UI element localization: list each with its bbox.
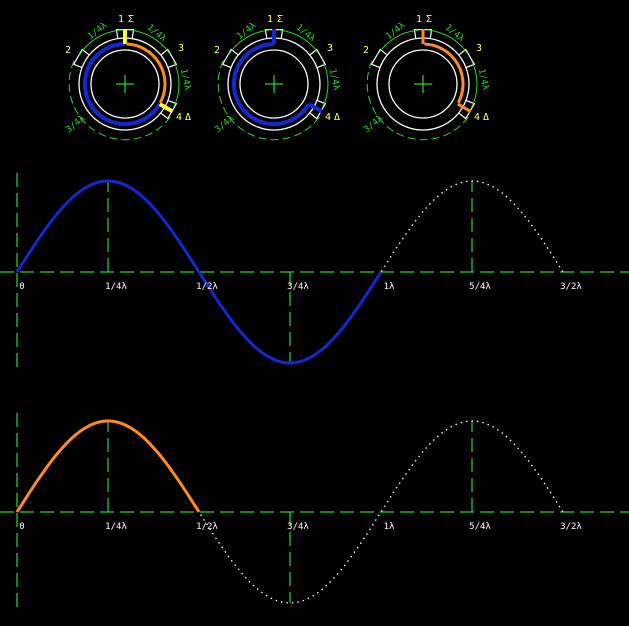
arc-label-3-4: 1/4λ	[178, 68, 192, 92]
tick-label-5: 5/4λ	[469, 522, 491, 532]
port-label-2: 2	[363, 45, 369, 56]
sigma-label: Σ	[426, 14, 432, 25]
rat-race-rings: 1/4λ 1/4λ1/4λ3/4λ1 Σ2 34 Δ1/4λ 1/4λ1/4λ3/4λ1 Σ…	[64, 14, 490, 141]
hybrid-ring-3: 1/4λ 1/4λ 1/4λ 3/4λ 1 Σ 2 3 4 Δ	[362, 14, 490, 141]
port-label-1: 1	[267, 14, 273, 25]
tick-label-1: 1/4λ	[105, 282, 127, 292]
arc-label-3-4: 1/4λ	[476, 68, 490, 92]
tick-label-4: 1λ	[384, 282, 395, 292]
delta-label: Δ	[483, 112, 489, 123]
delta-label: Δ	[185, 112, 191, 123]
arc-label-1-3: 1/4λ	[145, 23, 168, 45]
tick-label-3: 3/4λ	[287, 522, 309, 532]
tick-label-1: 1/4λ	[105, 522, 127, 532]
arc-label-1-3: 1/4λ	[443, 23, 466, 45]
arc-label-1-3: 1/4λ	[294, 23, 317, 45]
arc-label-2-4: 3/4λ	[362, 113, 385, 135]
delta-label: Δ	[334, 112, 340, 123]
tick-label-2: 1/2λ	[196, 282, 218, 292]
wave-plot-1: 0 1/4λ 1/2λ 3/4λ 1λ 5/4λ 3/2λ	[0, 173, 629, 371]
tick-label-5: 5/4λ	[469, 282, 491, 292]
port-label-4: 4	[176, 112, 182, 123]
arc-label-2-4: 3/4λ	[64, 113, 87, 135]
port-label-3: 3	[476, 43, 482, 54]
tick-label-6: 3/2λ	[560, 282, 582, 292]
tick-label-6: 3/2λ	[560, 522, 582, 532]
port-label-4: 4	[325, 112, 331, 123]
arc-label-1-2: 1/4λ	[86, 20, 110, 42]
arc-label-3-4: 1/4λ	[327, 68, 341, 92]
arc-3-4	[322, 60, 329, 108]
port-label-3: 3	[327, 43, 333, 54]
hybrid-ring-1: 1/4λ 1/4λ 1/4λ 3/4λ 1 Σ 2 3 4 Δ	[64, 14, 192, 141]
port-label-1: 1	[416, 14, 422, 25]
arc-3-4	[471, 60, 478, 108]
port-label-1: 1	[118, 14, 124, 25]
arc-label-2-4: 3/4λ	[213, 113, 236, 135]
tick-label-3: 3/4λ	[287, 282, 309, 292]
sigma-label: Σ	[128, 14, 134, 25]
sigma-label: Σ	[277, 14, 283, 25]
port-label-4: 4	[474, 112, 480, 123]
tick-label-2: 1/2λ	[196, 522, 218, 532]
tick-label-0: 0	[19, 282, 24, 292]
port-label-2: 2	[65, 45, 71, 56]
port-label-2: 2	[214, 45, 220, 56]
wave-plot-2: 0 1/4λ 1/2λ 3/4λ 1λ 5/4λ 3/2λ	[0, 413, 629, 611]
tick-label-0: 0	[19, 522, 24, 532]
port-label-3: 3	[178, 43, 184, 54]
arc-label-1-2: 1/4λ	[235, 20, 259, 42]
hybrid-ring-2: 1/4λ 1/4λ 1/4λ 3/4λ 1 Σ 2 3 4 Δ	[213, 14, 341, 141]
arc-label-1-2: 1/4λ	[384, 20, 408, 42]
arc-3-4	[173, 60, 180, 108]
tick-label-4: 1λ	[384, 522, 395, 532]
hybrid-ring-diagram: 1/4λ 1/4λ1/4λ3/4λ1 Σ2 34 Δ1/4λ 1/4λ1/4λ3/4λ1 Σ…	[0, 14, 629, 611]
standing-wave-plots: 0 1/4λ 1/2λ 3/4λ 1λ 5/4λ 3/2λ 0 1/4λ 1/2λ 3/4λ 1λ 5/…	[0, 173, 629, 611]
